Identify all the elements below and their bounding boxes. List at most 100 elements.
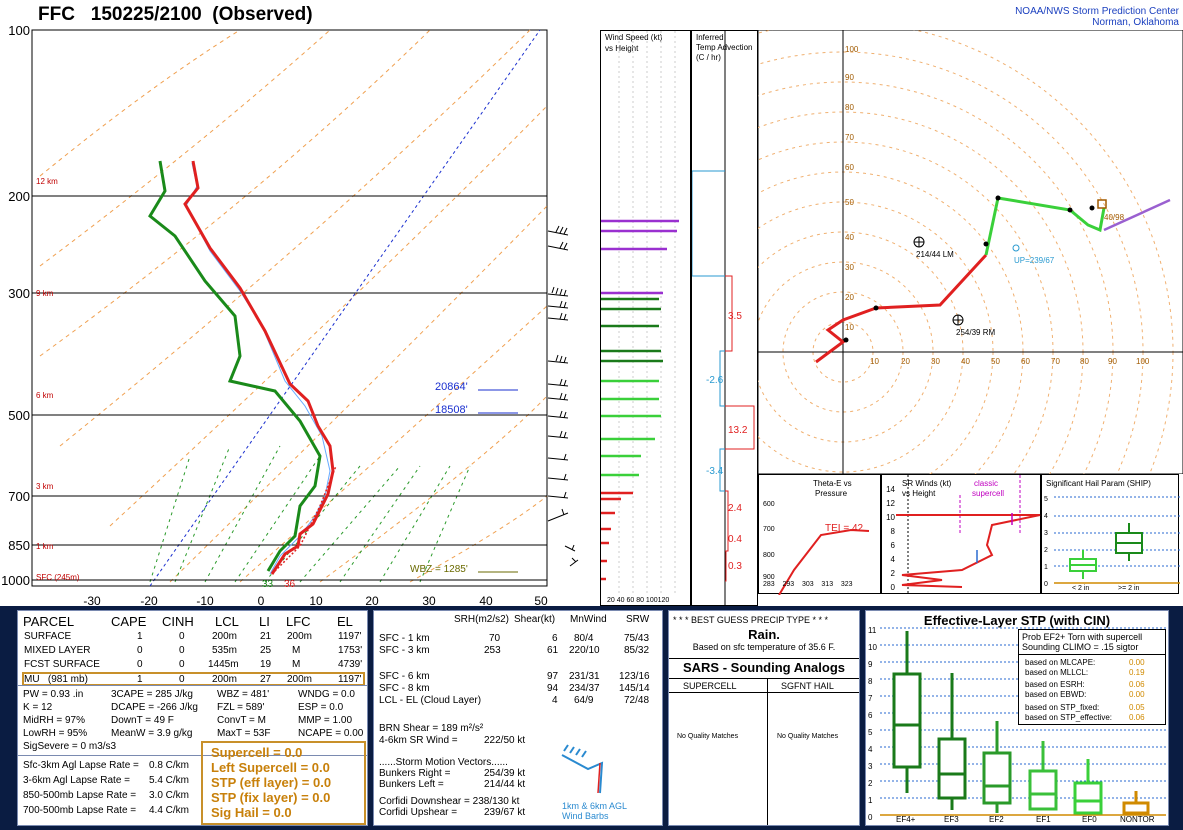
p-label: 300 — [8, 286, 30, 301]
precip-type: Rain. — [748, 627, 780, 642]
station-id: FFC — [38, 4, 75, 25]
svg-text:10: 10 — [870, 357, 879, 366]
barbs-label: 1km & 6km AGL — [562, 801, 628, 811]
corfidi-upshear: Corfidi Upshear = — [379, 807, 458, 818]
up-label: UP=239/67 — [1014, 256, 1055, 265]
svg-text:30: 30 — [845, 263, 854, 272]
hodograph[interactable]: 10 20 30 40 50 60 70 80 90 100 10 20 30 40 50 60… — [758, 30, 1183, 474]
sounding-kind: (Observed) — [212, 4, 313, 25]
sars-supercell-header: SUPERCELL — [683, 681, 737, 691]
precip-note: Based on sfc temperature of 35.6 F. — [692, 642, 836, 652]
sfc-dewpoint-value: 33 — [262, 579, 274, 590]
p-label: 850 — [8, 538, 30, 553]
p-label: 500 — [8, 408, 30, 423]
svg-text:80: 80 — [1080, 357, 1089, 366]
precip-title: * * * BEST GUESS PRECIP TYPE * * * — [673, 615, 829, 625]
te-x-labels: 283 293 303 313 323 — [763, 581, 853, 588]
p-label: 1000 — [1, 573, 30, 588]
parcel-rows: SURFACE 1 0 200m 21 200m 1197' MIXED LAYER 0 0 53… — [22, 629, 365, 686]
parcel-row[interactable]: SURFACE 1 0 200m 21 200m 1197' — [22, 631, 365, 644]
corfidi-upshear-value: 239/67 kt — [484, 807, 526, 818]
sars-title: SARS - Sounding Analogs — [682, 660, 845, 675]
svg-text:60: 60 — [845, 163, 854, 172]
bunkers-left: Bunkers Left = — [379, 779, 444, 790]
lm-label: 214/44 LM — [916, 250, 954, 259]
sars-hail-header: SGFNT HAIL — [781, 681, 834, 691]
org-line-2: Norman, Oklahoma — [1092, 17, 1179, 28]
bunkers-rm-marker — [952, 314, 964, 326]
stp-panel: Effective-Layer STP (with CIN) 11 10 9 8 76… — [865, 610, 1169, 826]
bunkers-lm-marker — [913, 236, 925, 248]
wind-speed-panel: Wind Speed (kt) vs Height 20 40 60 80 10… — [600, 30, 691, 606]
svg-text:9 km: 9 km — [36, 289, 54, 298]
theta-e-trace — [778, 528, 870, 595]
sfc-temp-value: 36 — [284, 579, 296, 590]
svg-text:70: 70 — [1051, 357, 1060, 366]
tadv-value: -2.6 — [706, 375, 724, 386]
storm-motion-heading: ......Storm Motion Vectors...... — [379, 757, 508, 768]
stp-prob-line1: Prob EF2+ Torn with supercell — [1022, 632, 1143, 642]
wind-speed-bars — [601, 31, 679, 596]
kin-rows: SFC - 1 km 70 6 80/4 75/43 SFC - 3 km 253 61 22… — [379, 633, 650, 706]
wbz-label: WBZ = 1285' — [410, 564, 468, 575]
ship-y-axis: 543210 — [1044, 496, 1048, 588]
p-label: 700 — [8, 489, 30, 504]
ship-lt-label: < 2 in — [1072, 585, 1090, 592]
svg-text:60: 60 — [1021, 357, 1030, 366]
svg-text:6 km: 6 km — [36, 391, 54, 400]
barbs-sublabel: Wind Barbs — [562, 811, 609, 821]
parcel-panel: PARCEL CAPE CINH LCL LI LFC EL SURFACE 1 0 200… — [17, 610, 368, 826]
wind-barbs — [547, 225, 579, 567]
tadv-bars — [692, 31, 755, 607]
skewt-frame — [31, 29, 548, 587]
p-label: 200 — [8, 189, 30, 204]
sars-hail-nomatch: No Quality Matches — [777, 733, 839, 740]
sr-wind-46-value: 222/50 kt — [484, 735, 526, 746]
sigsevere: SigSevere = 0 m3/s3 — [23, 741, 117, 752]
corfidi-downshear: Corfidi Downshear = 238/130 kt — [379, 796, 520, 807]
svg-text:70: 70 — [845, 133, 854, 142]
kin-header: SRH(m2/s2) Shear(kt) MnWind SRW — [454, 614, 650, 625]
stp-probability-box: Prob EF2+ Torn with supercell Sounding C… — [1018, 629, 1166, 725]
org-credit: NOAA/NWS Storm Prediction Center Norman, … — [1015, 6, 1179, 28]
ship-ge-label: >= 2 in — [1118, 585, 1140, 592]
wind-panel-axis: 20 40 60 80 100120 — [607, 597, 670, 604]
bunkers-right: Bunkers Right = — [379, 768, 451, 779]
svg-text:100: 100 — [1136, 357, 1150, 366]
ship-panel: Significant Hail Param (SHIP) 543210 < 2… — [1041, 474, 1180, 594]
sr-winds-panel: SR Winds (kt) vs Height classic supercel… — [881, 474, 1041, 595]
parcel-row[interactable]: MIXED LAYER 0 0 535m 25 M 1753' — [22, 645, 365, 658]
sars-supercell-nomatch: No Quality Matches — [677, 733, 739, 740]
parcel-row[interactable]: FCST SURFACE 0 0 1445m 19 M 4739' — [22, 659, 365, 672]
bunkers-right-value: 254/39 kt — [484, 768, 526, 779]
agl-wind-barbs — [561, 744, 604, 794]
tadv-value: 2.4 — [728, 503, 742, 514]
sr-wind-46: 4-6km SR Wind = — [379, 735, 458, 746]
svg-text:40: 40 — [961, 357, 970, 366]
stp-y-axis: 11 10 9 8 7654 3210 — [868, 626, 877, 822]
svg-text:1 km: 1 km — [36, 542, 54, 551]
org-line-1: NOAA/NWS Storm Prediction Center — [1015, 6, 1179, 17]
svg-text:18508': 18508' — [435, 404, 468, 416]
brn-shear: BRN Shear = 189 m²/s² — [379, 723, 484, 734]
svg-text:20: 20 — [845, 293, 854, 302]
svg-text:30: 30 — [931, 357, 940, 366]
svg-text:80: 80 — [845, 103, 854, 112]
precip-sars-panel: * * * BEST GUESS PRECIP TYPE * * * Rain.… — [668, 610, 860, 826]
tadv-value: -3.4 — [706, 466, 724, 477]
svg-text:90: 90 — [845, 73, 854, 82]
svg-text:20: 20 — [901, 357, 910, 366]
parcel-row-selected[interactable]: MU (981 mb) 1 0 200m 27 200m 1197' — [22, 672, 365, 686]
corfidi-label: 40/98 — [1104, 213, 1125, 222]
stp-prob-line2: Sounding CLIMO = .15 sigtor — [1022, 642, 1139, 652]
svg-text:12 km: 12 km — [36, 177, 58, 186]
skewt-diagram[interactable]: 100 200 300 500 700 850 1000 -30 -20 -10 0… — [0, 26, 600, 608]
rm-label: 254/39 RM — [956, 328, 995, 337]
srw-trace — [896, 475, 1041, 595]
bunkers-left-value: 214/44 kt — [484, 779, 526, 790]
ship-boxplot — [1054, 496, 1180, 584]
lapse-rates: Sfc-3km Agl Lapse Rate = 0.8 C/km 3-6km A… — [23, 760, 190, 816]
sounding-title: FFC 150225/2100 (Observed) — [38, 4, 313, 26]
temp-advection-panel: Inferred Temp Advection (C / hr) 3.5 -2.… — [691, 30, 758, 607]
p-label: 100 — [8, 26, 30, 38]
